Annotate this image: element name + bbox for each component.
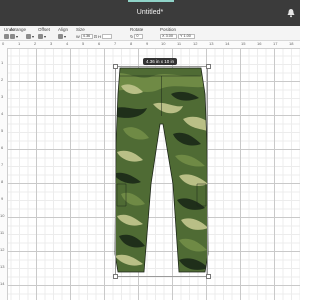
- align-label: Align: [58, 27, 69, 32]
- ruler-top-tick: 3: [50, 41, 53, 46]
- ruler-left-tick: 5: [1, 128, 4, 133]
- ruler-top-tick: 11: [177, 41, 182, 46]
- selection-box[interactable]: [115, 66, 208, 277]
- ruler-top-tick: 4: [66, 41, 69, 46]
- ruler-left-tick: 9: [1, 196, 4, 201]
- ruler-left-tick: 6: [1, 145, 4, 150]
- ruler-left-tick: 13: [0, 264, 5, 269]
- arrange-chevron-icon[interactable]: ▾: [16, 34, 18, 39]
- undo-icon[interactable]: [4, 33, 9, 39]
- rotate-icon: ↻: [130, 33, 134, 39]
- align-group: Align ▾: [58, 27, 68, 39]
- selection-dimensions-badge: 4.36 in x 10 in: [143, 58, 178, 65]
- edit-toolbar: Undo Arrange ▾ ▾ Offset ▾ Align ▾ Size W…: [0, 26, 300, 41]
- lock-icon[interactable]: ⊡: [94, 34, 97, 39]
- ruler-top-tick: 18: [289, 41, 294, 46]
- arrange-group: Arrange ▾: [10, 27, 26, 39]
- arrange-label: Arrange: [10, 27, 27, 32]
- ruler-left-tick: 12: [0, 247, 5, 252]
- resize-handle-bottom-left[interactable]: [113, 274, 118, 279]
- ruler-left-tick: 1: [1, 60, 4, 65]
- flip-chevron-icon[interactable]: ▾: [32, 34, 34, 39]
- window-title: Untitled*: [136, 9, 164, 16]
- resize-handle-bottom-right[interactable]: [206, 274, 211, 279]
- ruler-top-tick: 14: [225, 41, 230, 46]
- ruler-left-tick: 3: [1, 94, 4, 99]
- rotate-field[interactable]: 0: [134, 33, 144, 39]
- height-field[interactable]: [102, 33, 113, 39]
- notification-bell-icon[interactable]: [286, 8, 296, 18]
- ruler-top-tick: 7: [114, 41, 117, 46]
- left-ruler: 1 2 3 4 5 6 7 8 9 10 11 12 13 14: [0, 48, 8, 300]
- ruler-left-tick: 2: [1, 77, 4, 82]
- ruler-left-tick: 4: [1, 111, 4, 116]
- ruler-left-tick: 11: [0, 230, 5, 235]
- rotate-label: Rotate: [130, 27, 144, 32]
- ruler-top-tick: 9: [146, 41, 149, 46]
- ruler-top-tick: 6: [98, 41, 101, 46]
- ruler-left-tick: 10: [0, 213, 5, 218]
- top-ruler: 0 1 2 3 4 5 6 7 8 9 10 11 12 13 14 15 16…: [0, 41, 300, 49]
- offset-icon[interactable]: [38, 33, 43, 39]
- size-label: Size: [76, 27, 85, 32]
- position-label: Position: [160, 27, 177, 32]
- position-group: Position X 3.00 Y 1.00: [160, 27, 195, 39]
- ruler-top-tick: 1: [18, 41, 21, 46]
- ruler-top-tick: 8: [130, 41, 133, 46]
- offset-group: Offset ▾: [38, 27, 50, 39]
- ruler-left-tick: 7: [1, 162, 4, 167]
- offset-label: Offset: [38, 27, 50, 32]
- ruler-top-tick: 5: [82, 41, 85, 46]
- align-icon[interactable]: [58, 33, 63, 39]
- ruler-top-tick: 13: [209, 41, 214, 46]
- width-field[interactable]: 4.36: [80, 33, 93, 39]
- arrange-icon[interactable]: [10, 33, 15, 39]
- ruler-top-tick: 15: [241, 41, 246, 46]
- ruler-left-tick: 8: [1, 179, 4, 184]
- title-bar: Untitled*: [0, 0, 300, 26]
- ruler-top-tick: 17: [273, 41, 278, 46]
- flip-group: ▾: [26, 27, 34, 39]
- title-accent: [128, 0, 174, 2]
- size-h-label: H: [98, 33, 102, 39]
- ruler-top-tick: 10: [161, 41, 166, 46]
- ruler-left-tick: 14: [0, 281, 5, 286]
- flip-icon[interactable]: [26, 33, 31, 39]
- position-x-field[interactable]: X 3.00: [160, 33, 177, 39]
- ruler-top-tick: 16: [257, 41, 262, 46]
- offset-chevron-icon[interactable]: ▾: [44, 34, 46, 39]
- rotate-group: Rotate ↻ 0: [130, 27, 144, 39]
- size-group: Size W 4.36 ⊡ H: [76, 27, 113, 39]
- resize-handle-top-right[interactable]: [206, 64, 211, 69]
- resize-handle-top-left[interactable]: [113, 64, 118, 69]
- position-y-field[interactable]: Y 1.00: [178, 33, 195, 39]
- ruler-top-tick: 12: [193, 41, 198, 46]
- align-chevron-icon[interactable]: ▾: [64, 34, 66, 39]
- ruler-top-tick: 2: [34, 41, 37, 46]
- ruler-top-tick: 0: [2, 41, 5, 46]
- size-w-label: W: [76, 33, 80, 39]
